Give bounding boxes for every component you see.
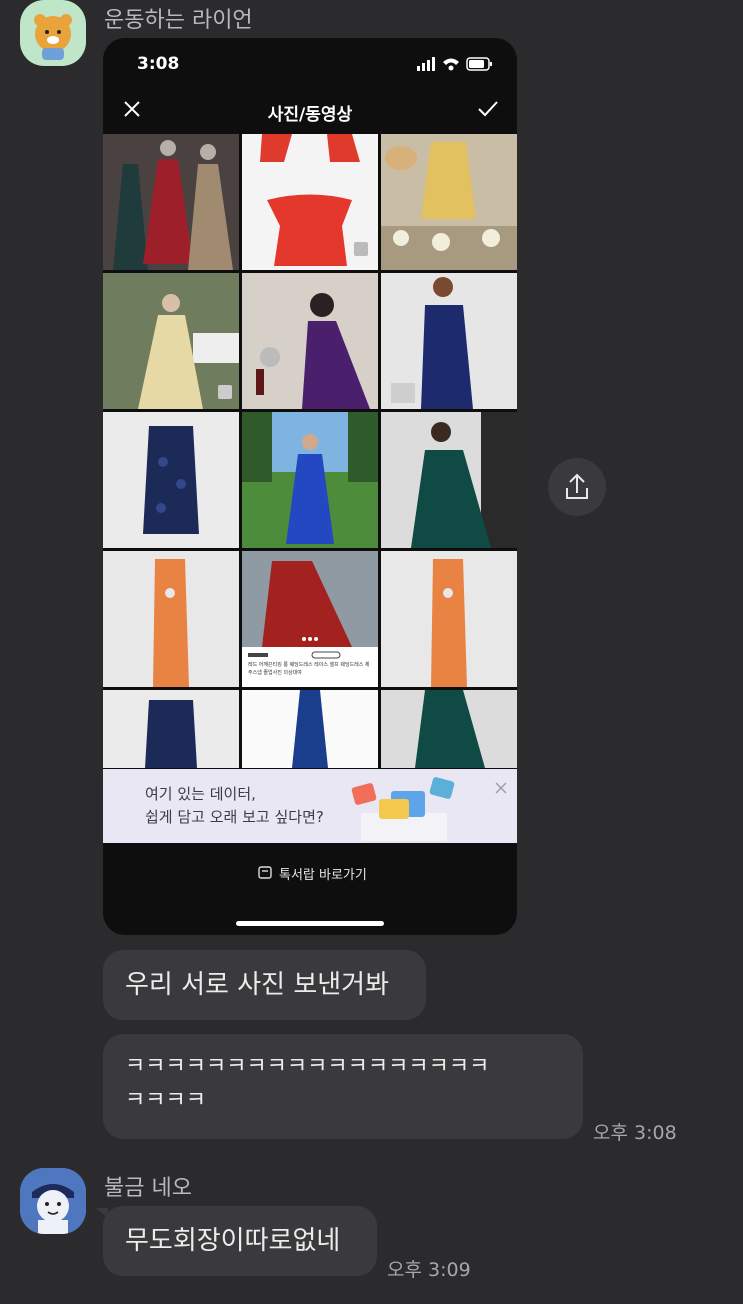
banner-line1: 여기 있는 데이터, (145, 785, 256, 803)
message-bubble[interactable]: 우리 서로 사진 보낸거봐 (103, 950, 426, 1020)
share-icon (566, 473, 588, 499)
product-card-title: 레드 어깨끈티킹 롱 웨딩드레스 레이스 셀프 웨딩드레스 제주스냅 졸업사진 … (248, 662, 370, 676)
photo-thumb[interactable] (242, 412, 378, 548)
message-time: 오후 3:09 (387, 1259, 471, 1281)
drawer-icon (257, 864, 273, 884)
photo-thumb[interactable] (103, 273, 239, 409)
status-icons (417, 56, 493, 76)
photo-thumb[interactable] (381, 690, 517, 768)
folder-illustration-icon (351, 777, 461, 845)
message-text: 우리 서로 사진 보낸거봐 (125, 970, 389, 1000)
share-button[interactable] (548, 458, 606, 516)
message-bubble[interactable]: 무도회장이따로없네 (103, 1206, 377, 1276)
photo-thumb[interactable] (381, 412, 517, 548)
photo-thumb[interactable] (103, 690, 239, 768)
message-time: 오후 3:08 (593, 1122, 677, 1144)
photo-thumb[interactable] (103, 134, 239, 270)
banner-close-icon[interactable] (495, 779, 507, 798)
photo-thumb[interactable] (381, 551, 517, 687)
photo-thumb[interactable] (103, 551, 239, 687)
shared-screenshot[interactable]: 3:08 사진/동영상 레드 어깨끈티킹 롱 웨딩드레스 레이스 셀프 웨딩드레… (103, 38, 517, 935)
photo-thumb[interactable] (381, 134, 517, 270)
photo-grid: 레드 어깨끈티킹 롱 웨딩드레스 레이스 셀프 웨딩드레스 제주스냅 졸업사진 … (103, 134, 517, 768)
sender-name: 불금 네오 (104, 1176, 192, 1201)
photo-thumb[interactable] (381, 273, 517, 409)
message-text-line1: ㅋㅋㅋㅋㅋㅋㅋㅋㅋㅋㅋㅋㅋㅋㅋㅋㅋㅋ (125, 1054, 490, 1079)
home-indicator (236, 921, 384, 926)
drawer-bar[interactable]: 톡서랍 바로가기 (103, 846, 517, 900)
status-time: 3:08 (137, 54, 180, 74)
message-bubble[interactable]: ㅋㅋㅋㅋㅋㅋㅋㅋㅋㅋㅋㅋㅋㅋㅋㅋㅋㅋ ㅋㅋㅋㅋ (103, 1034, 583, 1139)
banner-text: 여기 있는 데이터, 쉽게 담고 오래 보고 싶다면? (145, 783, 324, 829)
drawer-label: 톡서랍 바로가기 (279, 868, 367, 883)
check-icon[interactable] (477, 100, 499, 122)
promo-banner[interactable]: 여기 있는 데이터, 쉽게 담고 오래 보고 싶다면? (103, 769, 517, 843)
neo-avatar[interactable] (20, 1168, 86, 1234)
screenshot-title: 사진/동영상 (267, 105, 353, 125)
banner-line2: 쉽게 담고 오래 보고 싶다면? (145, 808, 324, 826)
product-card-thumb[interactable]: 레드 어깨끈티킹 롱 웨딩드레스 레이스 셀프 웨딩드레스 제주스냅 졸업사진 … (242, 551, 378, 687)
message-text: 무도회장이따로없네 (125, 1226, 341, 1256)
photo-thumb[interactable] (103, 412, 239, 548)
photo-thumb[interactable] (242, 690, 378, 768)
photo-thumb[interactable] (242, 134, 378, 270)
message-text-line2: ㅋㅋㅋㅋ (125, 1088, 206, 1113)
photo-thumb[interactable] (242, 273, 378, 409)
ryan-avatar[interactable] (20, 0, 86, 66)
sender-name: 운동하는 라이언 (104, 8, 253, 33)
